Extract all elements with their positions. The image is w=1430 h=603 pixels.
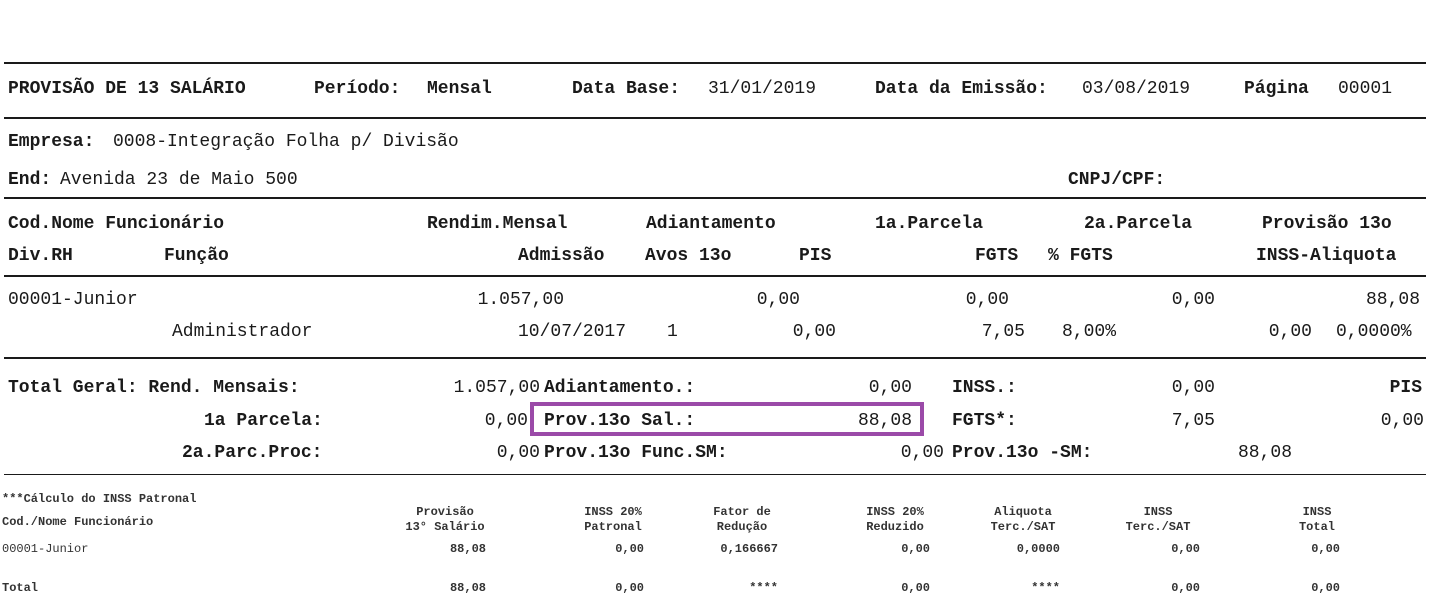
employee-rendim: 1.057,00 (477, 290, 564, 310)
inss-header-patronal-1: INSS 20% (584, 505, 642, 519)
col-funcao: Função (164, 246, 229, 266)
inss-total-total: 0,00 (1311, 581, 1340, 595)
emissao-value: 03/08/2019 (1082, 79, 1191, 99)
inss-label: INSS.: (952, 378, 1017, 398)
rule-totals (4, 474, 1426, 475)
inss-total-provisao: 88,08 (449, 581, 486, 595)
cnpj-label: CNPJ/CPF: (1068, 170, 1166, 190)
pis-label: PIS (1389, 378, 1422, 398)
inss-total-reduzido: 0,00 (901, 581, 930, 595)
inss-total-aliquota: **** (1031, 581, 1060, 595)
col-admissao: Admissão (518, 246, 605, 266)
employee-adiantamento: 0,00 (756, 290, 800, 310)
col-cod-nome: Cod.Nome Funcionário (8, 214, 225, 234)
inss-value: 0,00 (1171, 378, 1215, 398)
rule-top (4, 62, 1426, 64)
employee-avos: 1 (667, 322, 678, 342)
rule-company (4, 197, 1426, 199)
inss-header-aliquota-2: Terc./SAT (990, 520, 1056, 534)
col-fgts: FGTS (975, 246, 1019, 266)
parcela1-label: 1a Parcela: (204, 411, 323, 431)
employee-provisao: 88,08 (1365, 290, 1420, 310)
pagina-value: 00001 (1338, 79, 1393, 99)
inss-header-terc-2: Terc./SAT (1125, 520, 1191, 534)
inss-row-fator: 0,166667 (720, 542, 778, 556)
emissao-label: Data da Emissão: (875, 79, 1048, 99)
inss-header-provisao-1: Provisão (416, 505, 474, 519)
inss-header-reduzido-1: INSS 20% (866, 505, 924, 519)
data-base-label: Data Base: (572, 79, 681, 99)
inss-header-reduzido-2: Reduzido (866, 520, 924, 534)
col-parcela1: 1a.Parcela (875, 214, 984, 234)
inss-header-total-2: Total (1298, 520, 1335, 534)
rule-header (4, 117, 1426, 119)
total-geral-label: Total Geral: Rend. Mensais: (8, 378, 300, 398)
col-provisao: Provisão 13o (1262, 214, 1392, 234)
adiantamento-value: 0,00 (868, 378, 912, 398)
inss-row-total: 0,00 (1311, 542, 1340, 556)
parcela1-value: 0,00 (484, 411, 528, 431)
inss-row-terc: 0,00 (1171, 542, 1200, 556)
inss-header-provisao-2: 13° Salário (405, 520, 485, 534)
employee-fgts: 7,05 (981, 322, 1025, 342)
inss-total-patronal: 0,00 (615, 581, 644, 595)
col-avos: Avos 13o (645, 246, 732, 266)
adiantamento-label: Adiantamento.: (544, 378, 696, 398)
fgts-value: 7,05 (1171, 411, 1215, 431)
inss-section-title: ***Cálculo do INSS Patronal (2, 492, 197, 506)
inss-header-fator-2: Redução (716, 520, 768, 534)
inss-total-fator: **** (749, 581, 778, 595)
endereco-value: Avenida 23 de Maio 500 (60, 170, 298, 190)
parc2-proc-label: 2a.Parc.Proc: (182, 443, 323, 463)
endereco-label: End: (8, 170, 52, 190)
col-parcela2: 2a.Parcela (1084, 214, 1193, 234)
employee-parcela1: 0,00 (965, 290, 1009, 310)
prov13-sm-label: Prov.13o -SM: (952, 443, 1093, 463)
col-inss-aliquota: INSS-Aliquota (1256, 246, 1397, 266)
periodo-value: Mensal (427, 79, 492, 99)
inss-row-patronal: 0,00 (615, 542, 644, 556)
inss-header-aliquota-1: Aliquota (994, 505, 1052, 519)
col-pct-fgts: % FGTS (1048, 246, 1113, 266)
inss-total-terc: 0,00 (1171, 581, 1200, 595)
col-adiantamento: Adiantamento (646, 214, 776, 234)
pagina-label: Página (1244, 79, 1309, 99)
employee-admissao: 10/07/2017 (518, 322, 627, 342)
col-div-rh: Div.RH (8, 246, 73, 266)
fgts-label: FGTS*: (952, 411, 1017, 431)
employee-pct-fgts: 8,00% (1062, 322, 1117, 342)
inss-header-patronal-2: Patronal (584, 520, 642, 534)
prov13-func-sm-label: Prov.13o Func.SM: (544, 443, 728, 463)
parc2-proc-value: 0,00 (496, 443, 540, 463)
inss-row-reduzido: 0,00 (901, 542, 930, 556)
inss-row-provisao: 88,08 (449, 542, 486, 556)
inss-name-header: Cod./Nome Funcionário (2, 515, 154, 529)
inss-row-aliquota: 0,0000 (1016, 542, 1060, 556)
col-rendim: Rendim.Mensal (427, 214, 568, 234)
prov13-sm-value: 88,08 (1238, 443, 1293, 463)
prov13-func-sm-value: 0,00 (900, 443, 944, 463)
rule-columns (4, 275, 1426, 277)
employee-funcao: Administrador (172, 322, 313, 342)
employee-inss: 0,00 (1268, 322, 1312, 342)
col-pis: PIS (799, 246, 832, 266)
pis-value: 0,00 (1380, 411, 1424, 431)
highlight-box (530, 402, 924, 436)
rule-employee (4, 357, 1426, 359)
employee-aliquota: 0,0000% (1336, 322, 1412, 342)
inss-header-total-1: INSS (1302, 505, 1332, 519)
employee-parcela2: 0,00 (1171, 290, 1215, 310)
inss-header-fator-1: Fator de (713, 505, 771, 519)
report-title: PROVISÃO DE 13 SALÁRIO (8, 79, 246, 99)
data-base-value: 31/01/2019 (708, 79, 817, 99)
total-rend-value: 1.057,00 (453, 378, 540, 398)
empresa-label: Empresa: (8, 132, 95, 152)
inss-total-label: Total (2, 581, 39, 595)
employee-pis: 0,00 (792, 322, 836, 342)
periodo-label: Período: (314, 79, 401, 99)
empresa-value: 0008-Integração Folha p/ Divisão (113, 132, 459, 152)
employee-name: 00001-Junior (8, 290, 138, 310)
inss-row-name: 00001-Junior (2, 542, 89, 556)
inss-header-terc-1: INSS (1143, 505, 1173, 519)
